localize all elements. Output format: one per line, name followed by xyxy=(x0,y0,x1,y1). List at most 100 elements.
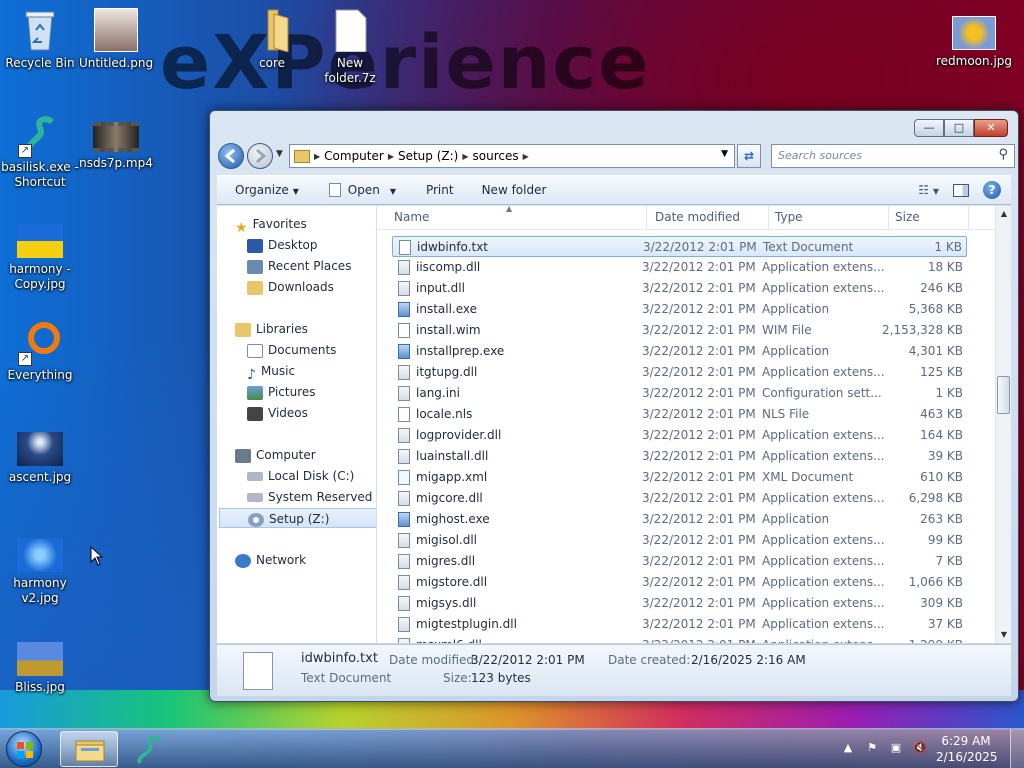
back-button[interactable] xyxy=(218,143,244,169)
volume-muted-icon[interactable]: 🔇 xyxy=(912,741,928,757)
desktop-icon-core[interactable]: core xyxy=(232,8,312,71)
file-row[interactable]: migstore.dll 3/22/2012 2:01 PM Application… xyxy=(392,572,967,593)
desktop-icon-bliss-jpg[interactable]: Bliss.jpg xyxy=(0,642,80,695)
file-row[interactable]: luainstall.dll 3/22/2012 2:01 PM Applicati… xyxy=(392,446,967,467)
preview-pane-icon[interactable] xyxy=(953,183,969,197)
file-row[interactable]: itgtupg.dll 3/22/2012 2:01 PM Application … xyxy=(392,362,967,383)
desktop-icon-harmony-copy-jpg[interactable]: harmony - Copy.jpg xyxy=(0,224,80,292)
desktop-icon-basilisk-shortcut[interactable]: ↗ basilisk.exe - Shortcut xyxy=(0,112,80,190)
file-row[interactable]: input.dll 3/22/2012 2:01 PM Application ex… xyxy=(392,278,967,299)
file-row[interactable]: locale.nls 3/22/2012 2:01 PM NLS File 463 K… xyxy=(392,404,967,425)
breadcrumb-sources[interactable]: sources xyxy=(473,149,519,163)
close-button[interactable]: ✕ xyxy=(974,119,1008,137)
scroll-down-icon[interactable]: ▼ xyxy=(996,627,1012,643)
file-row[interactable]: mighost.exe 3/22/2012 2:01 PM Application 2… xyxy=(392,509,967,530)
change-view-icon[interactable]: ☷ ▼ xyxy=(918,183,939,197)
system-tray: ▲ ⚑ ▣ 🔇 6:29 AM 2/16/2025 xyxy=(840,729,1024,768)
refresh-button[interactable]: ⇄ xyxy=(737,144,761,168)
nav-recent-places[interactable]: Recent Places xyxy=(247,256,376,276)
desktop-icon-nsds7p-mp4[interactable]: nsds7p.mp4 xyxy=(76,122,156,171)
network-status-icon[interactable]: ▣ xyxy=(888,741,904,757)
column-divider[interactable] xyxy=(888,206,889,230)
file-row[interactable]: msxml6.dll 3/22/2012 2:01 PM Application e… xyxy=(392,635,967,643)
scrollbar-thumb[interactable] xyxy=(997,376,1010,414)
address-bar[interactable]: ▶ Computer ▶ Setup (Z:) ▶ sources ▶ ▼ xyxy=(289,144,735,168)
column-header-size[interactable]: Size xyxy=(895,210,920,224)
nav-local-disk-c[interactable]: Local Disk (C:) xyxy=(247,466,376,486)
nav-libraries[interactable]: Libraries xyxy=(235,319,376,339)
nav-pictures[interactable]: Pictures xyxy=(247,382,376,402)
file-row[interactable]: idwbinfo.txt 3/22/2012 2:01 PM Text Docume… xyxy=(392,236,967,257)
nav-music[interactable]: ♪ Music xyxy=(247,361,376,383)
nav-videos[interactable]: Videos xyxy=(247,403,376,423)
search-icon[interactable]: ⚲ xyxy=(998,147,1008,162)
nav-favorites[interactable]: ★ Favorites xyxy=(235,214,376,236)
taskbar-explorer-button[interactable] xyxy=(60,731,118,767)
file-row[interactable]: logprovider.dll 3/22/2012 2:01 PM Applicat… xyxy=(392,425,967,446)
new-folder-button[interactable]: New folder xyxy=(482,183,547,197)
scroll-up-icon[interactable]: ▲ xyxy=(996,206,1012,222)
desktop-icon-untitled-png[interactable]: Untitled.png xyxy=(76,8,156,71)
breadcrumb-setup[interactable]: Setup (Z:) xyxy=(398,149,458,163)
help-icon[interactable]: ? xyxy=(983,181,1001,199)
desktop-icon-recycle-bin[interactable]: Recycle Bin xyxy=(0,8,80,71)
gear-file-icon xyxy=(398,281,410,296)
desktop-icon-everything[interactable]: ↗ Everything xyxy=(0,320,80,383)
desktop-icon-ascent-jpg[interactable]: ascent.jpg xyxy=(0,432,80,485)
file-row[interactable]: install.wim 3/22/2012 2:01 PM WIM File 2,15… xyxy=(392,320,967,341)
start-button[interactable] xyxy=(6,731,42,767)
file-row[interactable]: migsys.dll 3/22/2012 2:01 PM Application e… xyxy=(392,593,967,614)
minimize-button[interactable]: — xyxy=(914,119,944,137)
file-row[interactable]: migres.dll 3/22/2012 2:01 PM Application e… xyxy=(392,551,967,572)
nav-setup-z[interactable]: Setup (Z:) xyxy=(219,508,376,528)
nav-documents[interactable]: Documents xyxy=(247,340,376,360)
chevron-right-icon[interactable]: ▶ xyxy=(523,152,529,161)
address-history-dropdown-icon[interactable]: ▼ xyxy=(721,149,728,159)
maximize-button[interactable]: □ xyxy=(944,119,974,137)
file-row[interactable]: install.exe 3/22/2012 2:01 PM Application 5… xyxy=(392,299,967,320)
column-divider[interactable] xyxy=(968,206,969,230)
chevron-right-icon[interactable]: ▶ xyxy=(314,152,320,161)
nav-system-reserved-f[interactable]: System Reserved (F:) xyxy=(247,487,376,507)
basilisk-icon: ↗ xyxy=(16,112,64,158)
show-desktop-button[interactable] xyxy=(1010,729,1024,768)
chevron-down-icon: ▼ xyxy=(292,187,299,196)
column-divider[interactable] xyxy=(768,206,769,230)
taskbar-basilisk-button[interactable] xyxy=(122,731,180,767)
column-header-type[interactable]: Type xyxy=(775,210,803,224)
file-row[interactable]: migcore.dll 3/22/2012 2:01 PM Application … xyxy=(392,488,967,509)
chevron-right-icon[interactable]: ▶ xyxy=(388,152,394,161)
file-date-modified: 3/22/2012 2:01 PM xyxy=(642,386,756,400)
column-header-name[interactable]: Name xyxy=(394,210,429,224)
organize-button[interactable]: Organize ▼ xyxy=(235,183,299,197)
nav-label: Recent Places xyxy=(268,259,352,273)
file-row[interactable]: lang.ini 3/22/2012 2:01 PM Configuration s… xyxy=(392,383,967,404)
open-button[interactable]: Open ▼ xyxy=(328,183,396,198)
nav-downloads[interactable]: Downloads xyxy=(247,277,376,297)
search-input[interactable]: Search sources ⚲ xyxy=(771,144,1015,168)
nav-label: Music xyxy=(260,364,296,378)
chevron-right-icon[interactable]: ▶ xyxy=(462,152,468,161)
breadcrumb-computer[interactable]: Computer xyxy=(324,149,384,163)
file-name: migapp.xml xyxy=(416,470,488,484)
nav-desktop[interactable]: Desktop xyxy=(247,235,376,255)
file-row[interactable]: migisol.dll 3/22/2012 2:01 PM Application … xyxy=(392,530,967,551)
file-row[interactable]: iiscomp.dll 3/22/2012 2:01 PM Application … xyxy=(392,257,967,278)
nav-network[interactable]: Network xyxy=(235,550,376,570)
vertical-scrollbar[interactable]: ▲ ▼ xyxy=(995,206,1011,643)
desktop-icon-new-folder-7z[interactable]: New folder.7z xyxy=(310,8,390,86)
recent-pages-dropdown-icon[interactable]: ▼ xyxy=(276,149,283,159)
nav-computer[interactable]: Computer xyxy=(235,445,376,465)
taskbar-clock[interactable]: 6:29 AM 2/16/2025 xyxy=(936,733,998,765)
action-center-flag-icon[interactable]: ⚑ xyxy=(864,741,880,757)
desktop-icon-harmony-v2-jpg[interactable]: harmony v2.jpg xyxy=(0,538,80,606)
forward-button[interactable] xyxy=(247,143,273,169)
file-row[interactable]: migapp.xml 3/22/2012 2:01 PM XML Document 6… xyxy=(392,467,967,488)
file-row[interactable]: installprep.exe 3/22/2012 2:01 PM Applicat… xyxy=(392,341,967,362)
column-header-date-modified[interactable]: Date modified xyxy=(655,210,740,224)
file-row[interactable]: migtestplugin.dll 3/22/2012 2:01 PM Applic… xyxy=(392,614,967,635)
show-hidden-icons-icon[interactable]: ▲ xyxy=(840,741,856,757)
print-button[interactable]: Print xyxy=(426,183,454,197)
desktop-icon-redmoon-jpg[interactable]: redmoon.jpg xyxy=(934,8,1014,69)
column-divider[interactable] xyxy=(646,206,647,230)
